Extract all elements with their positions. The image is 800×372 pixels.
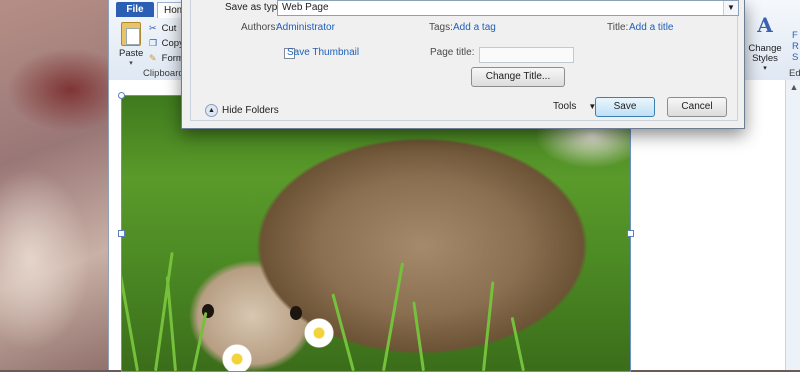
cancel-button[interactable]: Cancel xyxy=(667,97,727,117)
grass-blade xyxy=(122,223,139,371)
page-title-input[interactable] xyxy=(479,47,574,63)
grass-blade xyxy=(510,316,525,371)
select-button[interactable]: S xyxy=(792,52,799,63)
file-tab[interactable]: File xyxy=(116,2,154,17)
change-title-button[interactable]: Change Title... xyxy=(471,67,565,87)
copy-icon: ❐ xyxy=(149,38,158,48)
paste-label: Paste xyxy=(119,48,144,59)
title-label: Title: xyxy=(607,22,629,33)
resize-handle[interactable] xyxy=(118,230,125,237)
paste-icon xyxy=(121,22,141,46)
chevron-down-icon: ▼ xyxy=(723,1,738,15)
brush-icon: ✎ xyxy=(149,53,157,63)
chevron-down-icon: ▾ xyxy=(129,60,133,67)
daisy-flower xyxy=(222,344,252,371)
tags-label: Tags: xyxy=(429,22,453,33)
paste-button[interactable]: Paste ▾ xyxy=(119,22,143,67)
save-as-type-value: Web Page xyxy=(282,2,329,13)
styles-icon: A xyxy=(757,13,773,37)
resize-handle[interactable] xyxy=(118,92,125,99)
scroll-up-icon[interactable]: ▲ xyxy=(786,80,800,94)
tags-field[interactable]: Add a tag xyxy=(453,22,496,33)
format-painter-button[interactable]: ✎ Form xyxy=(149,53,184,64)
hedgehog-image[interactable] xyxy=(121,95,631,372)
grass-blade xyxy=(412,301,425,371)
save-thumbnail-label[interactable]: Save Thumbnail xyxy=(287,47,359,58)
grass-blade xyxy=(165,276,177,371)
hide-folders-label: Hide Folders xyxy=(222,105,279,117)
editing-group-label: Ed xyxy=(789,68,800,79)
desktop-wallpaper xyxy=(0,0,120,370)
hedgehog-eye xyxy=(290,306,302,320)
copy-button[interactable]: ❐ Copy xyxy=(149,38,184,49)
grass-blade xyxy=(382,262,405,371)
daisy-flower xyxy=(304,318,334,348)
title-field[interactable]: Add a title xyxy=(629,22,673,33)
authors-label: Authors: xyxy=(241,22,279,33)
grass-blade xyxy=(482,281,495,371)
save-as-type-select[interactable]: Web Page ▼ xyxy=(277,0,739,16)
page-title-label: Page title: xyxy=(430,47,475,58)
save-as-dialog: Save as type: Web Page ▼ Authors: Admini… xyxy=(181,0,745,129)
editing-group: F R S xyxy=(792,30,799,63)
dialog-details-pane: Save as type: Web Page ▼ Authors: Admini… xyxy=(190,0,739,121)
tools-label: Tools xyxy=(553,101,577,112)
chevron-down-icon: ▾ xyxy=(763,65,767,72)
cut-label: Cut xyxy=(161,23,177,34)
chevron-up-icon: ▲ xyxy=(205,104,218,117)
resize-handle[interactable] xyxy=(627,230,634,237)
scissors-icon: ✂ xyxy=(149,23,157,33)
hide-folders-button[interactable]: ▲ Hide Folders xyxy=(205,104,279,117)
tools-menu-button[interactable]: Tools ▼ xyxy=(553,101,596,112)
find-button[interactable]: F xyxy=(792,30,799,41)
replace-button[interactable]: R xyxy=(792,41,799,52)
authors-field[interactable]: Administrator xyxy=(276,22,335,33)
cut-button[interactable]: ✂ Cut xyxy=(149,23,176,34)
grass-blade xyxy=(192,311,208,371)
change-styles-label: Change Styles xyxy=(748,43,782,64)
grass-blade xyxy=(331,293,355,371)
change-styles-button[interactable]: A Change Styles ▾ xyxy=(745,13,785,74)
save-button[interactable]: Save xyxy=(595,97,655,117)
clipboard-group-label: Clipboard xyxy=(143,68,184,79)
vertical-scrollbar[interactable]: ▲ xyxy=(785,80,800,370)
